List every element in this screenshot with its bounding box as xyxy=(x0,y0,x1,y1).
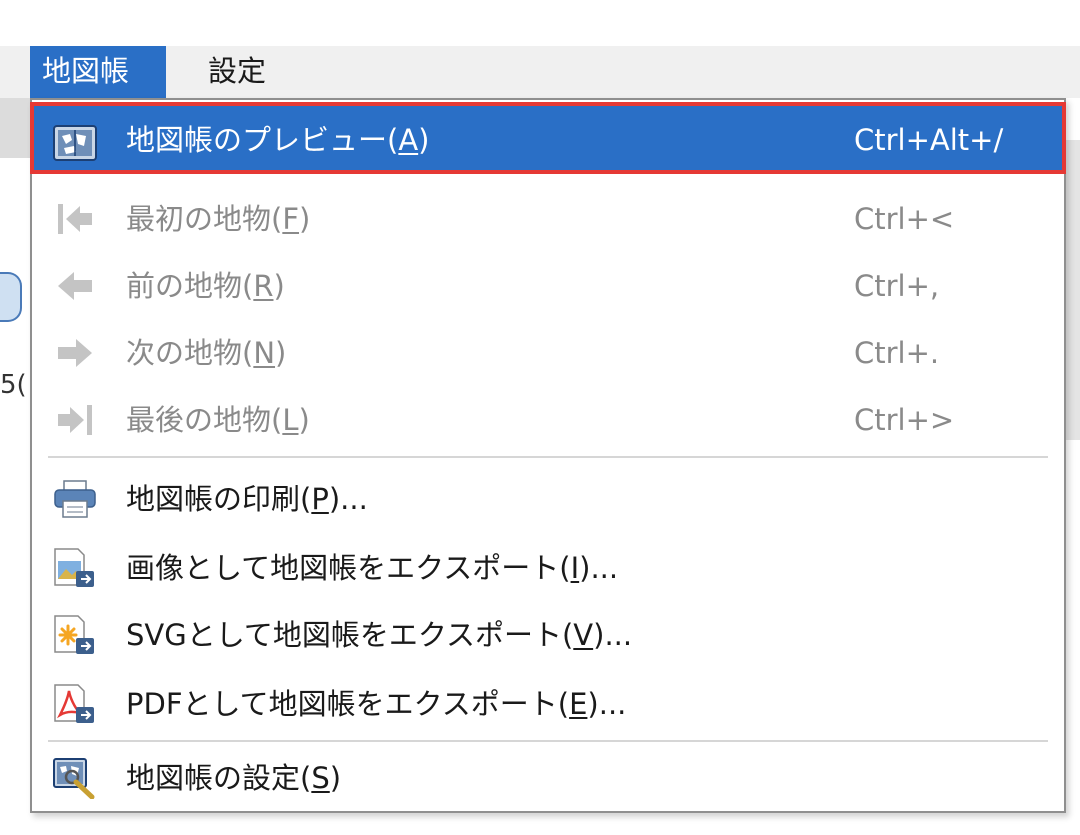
menu-item-label-suffix: ) xyxy=(298,403,310,437)
menu-item-label-suffix: ) xyxy=(275,336,287,370)
menu-item-label: 地図帳の印刷( xyxy=(126,482,312,516)
background-panel-edge xyxy=(1066,140,1080,440)
menu-item-mnemonic: A xyxy=(398,123,419,157)
background-toolbar-edge xyxy=(0,98,30,158)
menu-item-label-suffix: )... xyxy=(579,551,619,585)
menu-item-mnemonic: R xyxy=(253,269,274,303)
menu-item-previous-feature[interactable]: 前の地物(R) Ctrl+, xyxy=(32,255,1064,317)
menu-item-last-feature[interactable]: 最後の地物(L) Ctrl+> xyxy=(32,389,1064,451)
menu-item-shortcut: Ctrl+> xyxy=(854,403,955,437)
menu-item-label-suffix: )... xyxy=(593,618,633,652)
menu-item-mnemonic: P xyxy=(311,482,329,516)
menu-item-label-suffix: ) xyxy=(299,202,311,236)
menu-item-label-suffix: ) xyxy=(329,761,342,795)
export-image-icon xyxy=(52,547,98,589)
menu-item-shortcut: Ctrl+< xyxy=(854,202,955,236)
menu-item-mnemonic: S xyxy=(311,761,330,795)
menu-atlas[interactable]: 地図帳 xyxy=(30,46,166,98)
menu-item-label: 次の地物( xyxy=(126,336,254,370)
previous-feature-icon xyxy=(52,265,98,307)
menu-item-mnemonic: E xyxy=(569,687,588,721)
menu-item-label-suffix: )... xyxy=(587,687,627,721)
background-map-bubble xyxy=(0,272,22,322)
menu-item-label: 画像として地図帳をエクスポート( xyxy=(126,551,571,585)
menu-item-label: 地図帳のプレビュー( xyxy=(126,123,399,157)
atlas-preview-icon xyxy=(52,120,98,162)
menu-item-label: SVGとして地図帳をエクスポート( xyxy=(126,618,574,652)
menu-separator xyxy=(48,456,1048,458)
menu-item-next-feature[interactable]: 次の地物(N) Ctrl+. xyxy=(32,322,1064,384)
menu-settings[interactable]: 設定 xyxy=(196,46,278,98)
menu-item-label: 前の地物( xyxy=(126,269,254,303)
export-pdf-icon xyxy=(52,683,98,725)
menu-bar: 地図帳 設定 xyxy=(0,46,1080,98)
menu-item-atlas-preview[interactable]: 地図帳のプレビュー(A) Ctrl+Alt+/ xyxy=(30,102,1066,174)
menu-item-print-atlas[interactable]: 地図帳の印刷(P)... xyxy=(32,468,1064,530)
atlas-settings-icon xyxy=(52,757,98,800)
menu-item-label: 最後の地物( xyxy=(126,403,283,437)
menu-item-mnemonic: F xyxy=(282,202,300,236)
printer-icon xyxy=(52,478,98,520)
menu-item-shortcut: Ctrl+. xyxy=(854,336,940,370)
menu-item-shortcut: Ctrl+, xyxy=(854,269,940,303)
menu-separator xyxy=(48,740,1048,742)
menu-item-mnemonic: I xyxy=(570,551,580,585)
export-svg-icon xyxy=(52,614,98,656)
menu-item-label: 最初の地物( xyxy=(126,202,283,236)
menu-item-shortcut: Ctrl+Alt+/ xyxy=(854,123,1004,157)
atlas-dropdown-menu: 地図帳のプレビュー(A) Ctrl+Alt+/ 最初の地物(F) Ctrl+< … xyxy=(30,98,1066,813)
first-feature-icon xyxy=(52,198,98,240)
menu-item-label: PDFとして地図帳をエクスポート( xyxy=(126,687,570,721)
next-feature-icon xyxy=(52,332,98,374)
last-feature-icon xyxy=(52,399,98,441)
menu-item-label-suffix: ) xyxy=(273,269,285,303)
menu-item-first-feature[interactable]: 最初の地物(F) Ctrl+< xyxy=(32,188,1064,250)
menu-item-label-suffix: )... xyxy=(328,482,368,516)
menu-item-export-svg[interactable]: SVGとして地図帳をエクスポート(V)... xyxy=(32,604,1064,666)
menu-item-atlas-settings[interactable]: 地図帳の設定(S) xyxy=(32,747,1064,809)
menu-item-label-suffix: ) xyxy=(418,123,430,157)
menu-item-export-image[interactable]: 画像として地図帳をエクスポート(I)... xyxy=(32,537,1064,599)
menu-item-export-pdf[interactable]: PDFとして地図帳をエクスポート(E)... xyxy=(32,673,1064,735)
menu-item-label: 地図帳の設定( xyxy=(126,761,312,795)
menu-item-mnemonic: N xyxy=(253,336,276,370)
menu-item-mnemonic: V xyxy=(573,618,594,652)
background-scale-text: 5( xyxy=(0,370,27,400)
menu-item-mnemonic: L xyxy=(282,403,299,437)
